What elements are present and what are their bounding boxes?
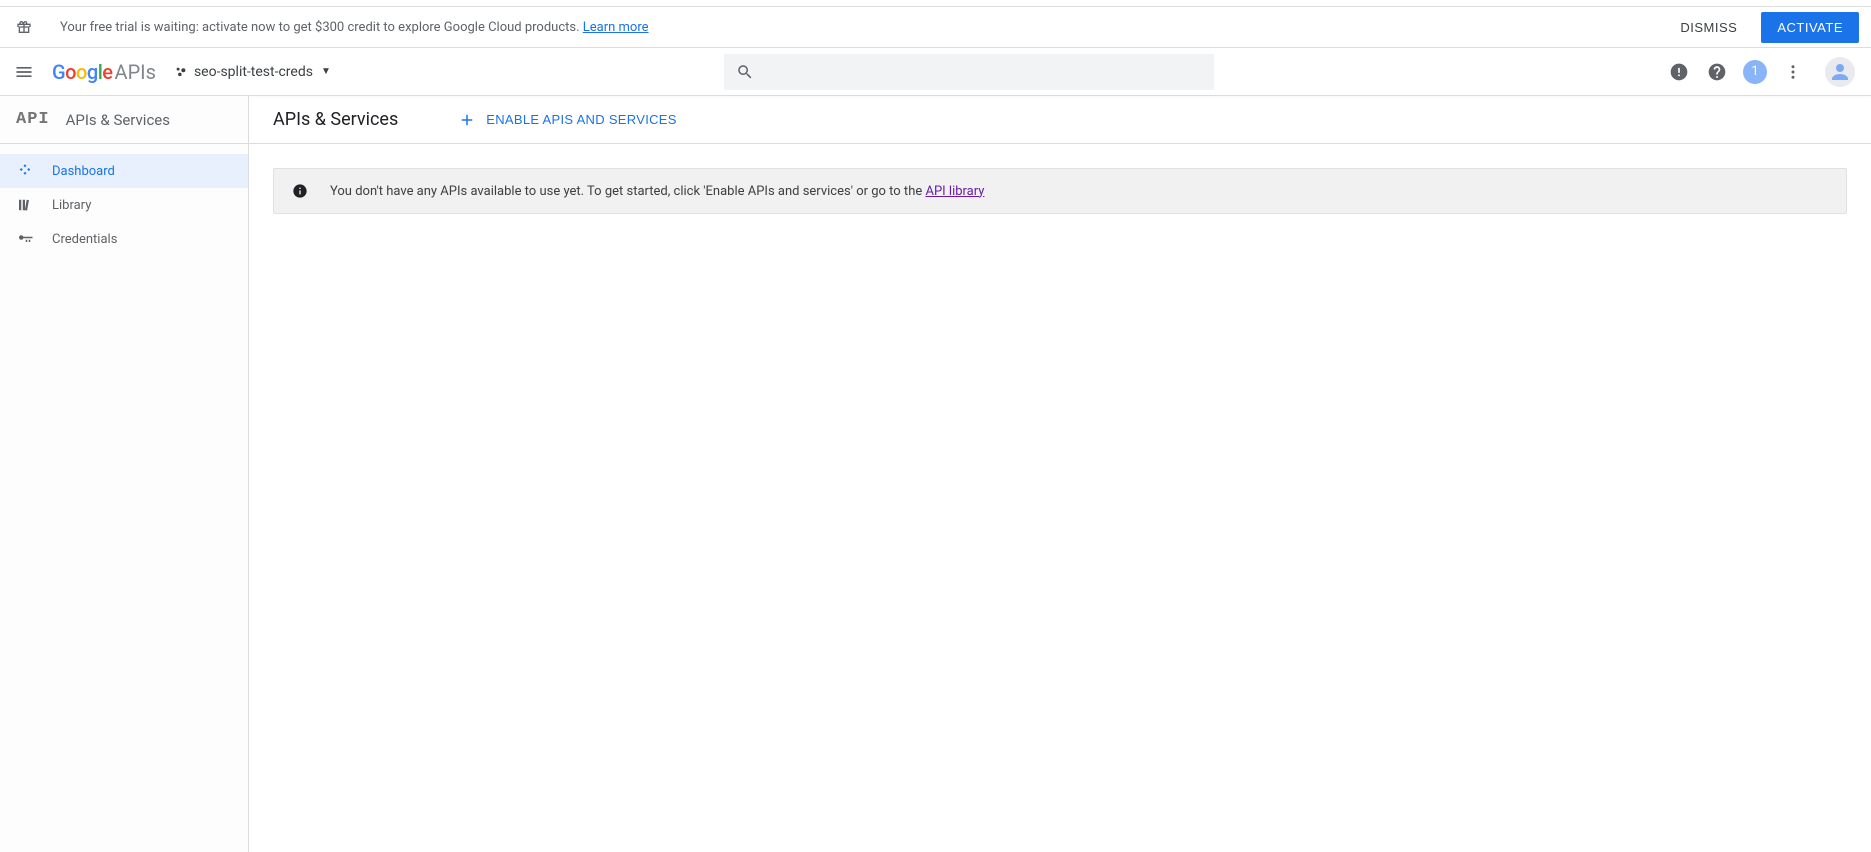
help-button[interactable] bbox=[1705, 60, 1729, 84]
notifications-button[interactable]: 1 bbox=[1743, 60, 1767, 84]
sidebar-item-label: Credentials bbox=[52, 232, 117, 247]
google-apis-logo[interactable]: Google APIs bbox=[52, 60, 156, 84]
empty-state-notice: You don't have any APIs available to use… bbox=[273, 168, 1847, 214]
sidebar-item-dashboard[interactable]: Dashboard bbox=[0, 154, 248, 188]
trial-dismiss-button[interactable]: DISMISS bbox=[1666, 12, 1751, 43]
trial-learn-more-link[interactable]: Learn more bbox=[583, 20, 649, 35]
sidebar-item-credentials[interactable]: Credentials bbox=[0, 222, 248, 256]
main-header: APIs & Services ENABLE APIS AND SERVICES bbox=[249, 96, 1871, 144]
header-bar: Google APIs seo-split-test-creds ▼ 1 bbox=[0, 48, 1871, 96]
announcement-icon bbox=[1669, 62, 1689, 82]
avatar-icon bbox=[1828, 60, 1852, 84]
enable-apis-button[interactable]: ENABLE APIS AND SERVICES bbox=[458, 111, 676, 129]
trial-banner: Your free trial is waiting: activate now… bbox=[0, 6, 1871, 48]
cloud-shell-button[interactable] bbox=[1667, 60, 1691, 84]
gift-icon bbox=[16, 19, 32, 35]
page-title: APIs & Services bbox=[273, 109, 398, 130]
hamburger-menu-button[interactable] bbox=[12, 60, 36, 84]
sidebar-item-label: Dashboard bbox=[52, 164, 115, 179]
user-avatar[interactable] bbox=[1825, 57, 1855, 87]
trial-text: Your free trial is waiting: activate now… bbox=[60, 20, 649, 35]
sidebar-item-label: Library bbox=[52, 198, 91, 213]
caret-down-icon: ▼ bbox=[321, 66, 331, 77]
info-icon bbox=[292, 183, 308, 199]
notice-text: You don't have any APIs available to use… bbox=[330, 184, 984, 199]
search-input[interactable] bbox=[724, 54, 1214, 90]
credentials-icon bbox=[16, 230, 34, 248]
enable-apis-label: ENABLE APIS AND SERVICES bbox=[486, 112, 676, 127]
project-picker[interactable]: seo-split-test-creds ▼ bbox=[174, 64, 331, 80]
utilities-menu-button[interactable] bbox=[1781, 60, 1805, 84]
overflow-menu-icon bbox=[1784, 63, 1802, 81]
apis-logo-text: APIs bbox=[115, 60, 156, 84]
menu-icon bbox=[14, 62, 34, 82]
sidebar: API APIs & Services Dashboard Library bbox=[0, 96, 249, 852]
api-logo-icon: API bbox=[16, 110, 50, 129]
sidebar-header[interactable]: API APIs & Services bbox=[0, 96, 248, 144]
help-icon bbox=[1707, 62, 1727, 82]
project-name: seo-split-test-creds bbox=[194, 64, 313, 80]
trial-activate-button[interactable]: ACTIVATE bbox=[1761, 12, 1859, 43]
google-logo-text: Google bbox=[52, 60, 113, 84]
dashboard-icon bbox=[16, 162, 34, 180]
plus-icon bbox=[458, 111, 476, 129]
notification-count: 1 bbox=[1751, 64, 1758, 79]
project-hex-icon bbox=[174, 65, 188, 79]
library-icon bbox=[16, 196, 34, 214]
search-icon bbox=[736, 63, 754, 81]
api-library-link[interactable]: API library bbox=[925, 184, 984, 199]
sidebar-title: APIs & Services bbox=[66, 111, 170, 129]
main-content: APIs & Services ENABLE APIS AND SERVICES… bbox=[249, 96, 1871, 852]
sidebar-item-library[interactable]: Library bbox=[0, 188, 248, 222]
